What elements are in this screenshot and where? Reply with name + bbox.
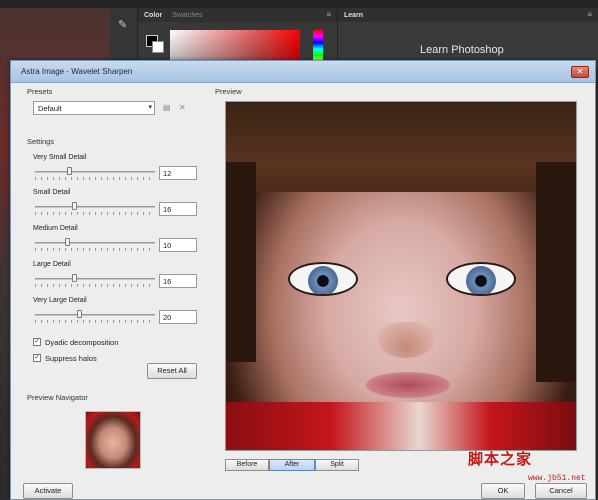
- left-iris: [308, 266, 338, 294]
- slider-track[interactable]: [35, 242, 155, 244]
- nose: [378, 322, 434, 358]
- slider-ticks: [35, 284, 155, 287]
- delete-preset-icon[interactable]: ✕: [179, 103, 186, 112]
- hair-right: [536, 162, 576, 382]
- color-panel: Color Swatches ≡: [138, 8, 338, 68]
- slider-ticks: [35, 177, 155, 180]
- watermark-url: www.jb51.net: [528, 474, 586, 483]
- before-toggle[interactable]: Before: [225, 459, 269, 471]
- slider-ticks: [35, 320, 155, 323]
- chevron-down-icon: ▾: [148, 104, 152, 111]
- preset-select[interactable]: Default ▾: [33, 101, 155, 115]
- slider-track[interactable]: [35, 206, 155, 208]
- reset-all-button[interactable]: Reset All: [147, 363, 197, 379]
- dialog-titlebar[interactable]: Astra Image - Wavelet Sharpen ✕: [11, 61, 595, 83]
- slider-label: Small Detail: [33, 189, 71, 196]
- slider-track[interactable]: [35, 171, 155, 173]
- preview-navigator-label: Preview Navigator: [27, 393, 88, 402]
- slider-label: Medium Detail: [33, 225, 78, 232]
- suppress-halos-checkbox[interactable]: ✓: [33, 354, 41, 362]
- preview-image[interactable]: [225, 101, 577, 451]
- hair-bangs: [226, 102, 576, 192]
- right-iris: [466, 266, 496, 294]
- tool-column: ✎: [110, 8, 138, 68]
- medium-detail-input[interactable]: 10: [159, 238, 197, 252]
- dyadic-decomposition-label: Dyadic decomposition: [45, 338, 119, 347]
- very-large-detail-input[interactable]: 20: [159, 310, 197, 324]
- small-detail-input[interactable]: 16: [159, 202, 197, 216]
- hair-left: [226, 162, 256, 362]
- red-scarf: [226, 402, 576, 450]
- learn-panel: Learn ≡ Learn Photoshop: [338, 8, 598, 68]
- mouth: [366, 372, 450, 398]
- preset-select-value: Default: [38, 104, 62, 113]
- color-panel-tabs: Color Swatches: [138, 8, 337, 22]
- ok-button[interactable]: OK: [481, 483, 525, 499]
- slider-thumb[interactable]: [65, 238, 70, 246]
- tab-color[interactable]: Color: [144, 12, 162, 19]
- tab-learn[interactable]: Learn: [344, 12, 363, 19]
- panel-menu-icon[interactable]: ≡: [587, 10, 592, 19]
- split-toggle[interactable]: Split: [315, 459, 359, 471]
- slider-thumb[interactable]: [72, 274, 78, 282]
- learn-panel-tabs: Learn: [338, 8, 598, 22]
- slider-label: Very Large Detail: [33, 297, 87, 304]
- right-eye: [446, 262, 516, 296]
- large-detail-input[interactable]: 16: [159, 274, 197, 288]
- wavelet-sharpen-dialog: Astra Image - Wavelet Sharpen ✕ Presets …: [10, 60, 596, 500]
- suppress-halos-label: Suppress halos: [45, 354, 97, 363]
- preview-label: Preview: [215, 87, 242, 96]
- slider-track[interactable]: [35, 278, 155, 280]
- after-toggle[interactable]: After: [269, 459, 315, 471]
- slider-thumb[interactable]: [67, 167, 73, 175]
- very-small-detail-input[interactable]: 12: [159, 166, 197, 180]
- left-eye: [288, 262, 358, 296]
- slider-ticks: [35, 248, 155, 251]
- dyadic-decomposition-checkbox[interactable]: ✓: [33, 338, 41, 346]
- slider-label: Very Small Detail: [33, 154, 87, 161]
- learn-title: Learn Photoshop: [420, 44, 504, 56]
- slider-ticks: [35, 212, 155, 215]
- tab-swatches[interactable]: Swatches: [172, 12, 202, 19]
- activate-button[interactable]: Activate: [23, 483, 73, 499]
- preview-navigator-thumbnail[interactable]: [85, 411, 141, 469]
- tool-icon[interactable]: ✎: [118, 18, 127, 31]
- panel-menu-icon[interactable]: ≡: [326, 10, 331, 19]
- panel-top-strip: [0, 0, 598, 8]
- cancel-button[interactable]: Cancel: [535, 483, 587, 499]
- slider-thumb[interactable]: [72, 202, 78, 210]
- save-preset-icon[interactable]: ▤: [163, 103, 171, 112]
- background-color-swatch[interactable]: [152, 41, 164, 53]
- dialog-title: Astra Image - Wavelet Sharpen: [21, 67, 133, 76]
- close-button[interactable]: ✕: [571, 66, 589, 78]
- slider-label: Large Detail: [33, 261, 71, 268]
- slider-track[interactable]: [35, 314, 155, 316]
- settings-label: Settings: [27, 137, 55, 146]
- slider-thumb[interactable]: [77, 310, 82, 318]
- watermark-logo: 脚本之家: [468, 450, 533, 468]
- presets-label: Presets: [27, 87, 53, 96]
